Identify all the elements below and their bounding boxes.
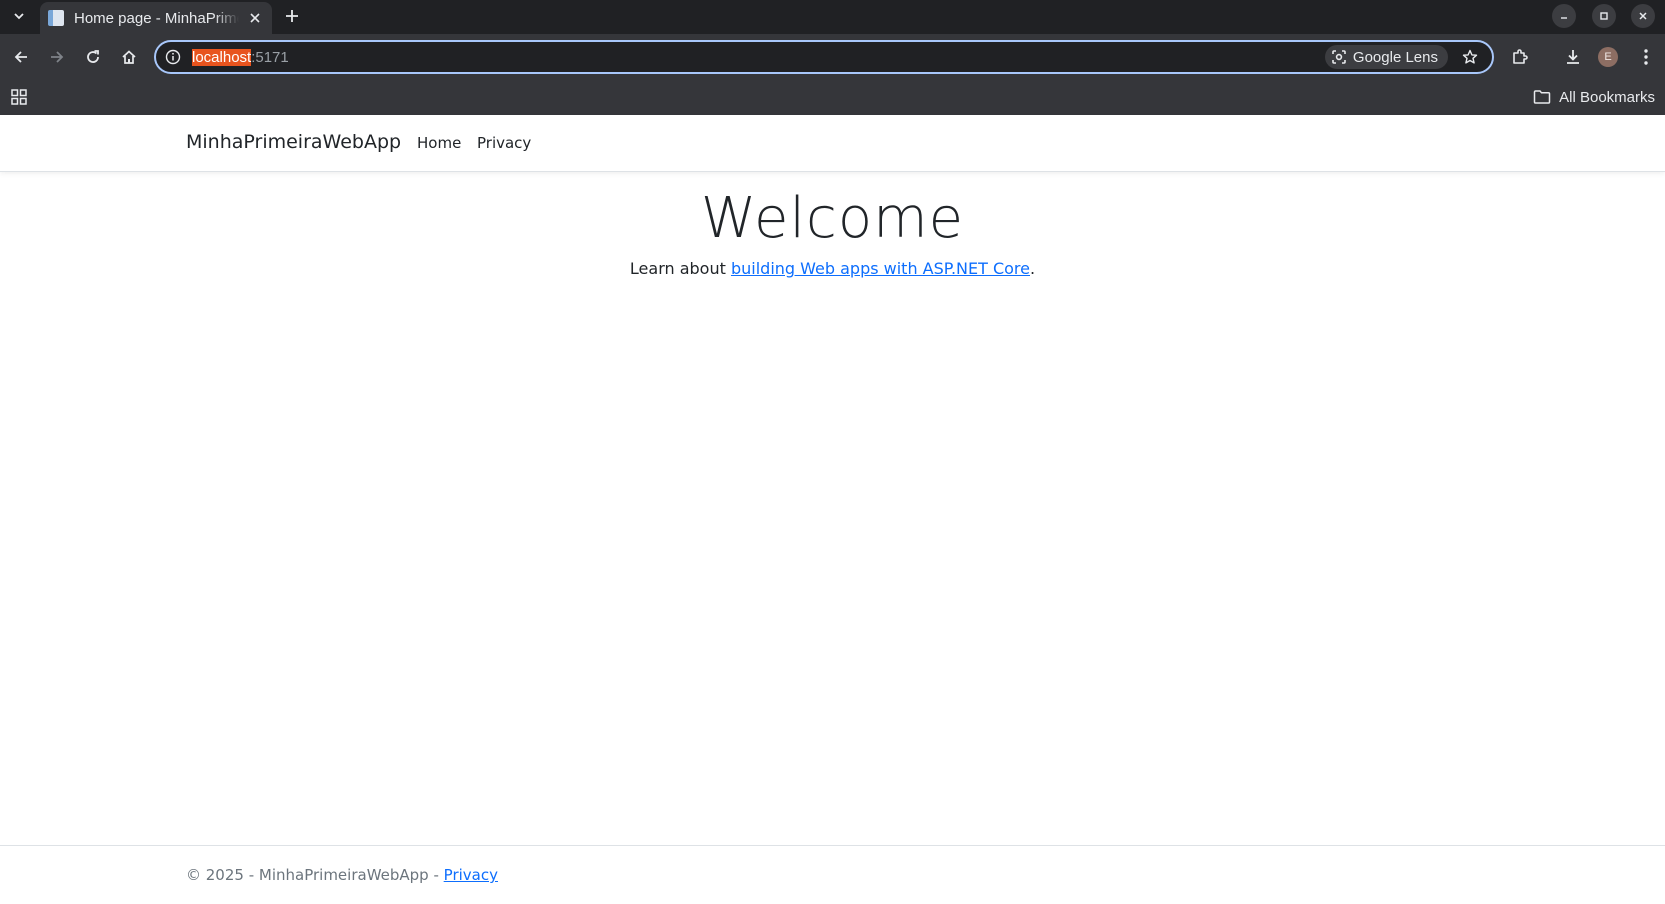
site-navbar: MinhaPrimeiraWebApp Home Privacy — [0, 115, 1665, 172]
tab-close-button[interactable] — [246, 9, 264, 27]
nav-link-home[interactable]: Home — [417, 134, 461, 152]
url-text[interactable]: localhost:5171 — [192, 48, 289, 66]
back-button[interactable] — [7, 43, 35, 71]
maximize-button[interactable] — [1592, 4, 1616, 28]
all-bookmarks-label: All Bookmarks — [1559, 88, 1655, 106]
aspnet-docs-link[interactable]: building Web apps with ASP.NET Core — [731, 259, 1030, 278]
arrow-right-icon — [51, 51, 64, 63]
google-lens-button[interactable]: Google Lens — [1324, 45, 1448, 69]
maximize-icon — [1600, 12, 1608, 20]
url-host: localhost — [192, 48, 252, 66]
new-tab-button[interactable] — [281, 5, 303, 27]
address-bar[interactable]: localhost:5171 Google Lens — [154, 40, 1494, 74]
browser-chrome: Home page - MinhaPrimeiraWebApp — [0, 0, 1665, 115]
home-button[interactable] — [115, 43, 143, 71]
window-close-button[interactable] — [1631, 4, 1655, 28]
url-port: :5171 — [251, 48, 289, 66]
navbar-brand[interactable]: MinhaPrimeiraWebApp — [186, 131, 401, 153]
nav-link-privacy[interactable]: Privacy — [477, 134, 531, 152]
page-favicon-icon — [48, 10, 64, 26]
arrow-left-icon — [14, 51, 27, 63]
bookmarks-bar: All Bookmarks — [0, 80, 1665, 115]
extensions-button[interactable] — [1506, 43, 1534, 71]
footer-copyright: © 2025 - MinhaPrimeiraWebApp - — [186, 866, 444, 884]
lead-suffix: . — [1030, 259, 1036, 278]
downloads-button[interactable] — [1559, 43, 1587, 71]
avatar: E — [1598, 47, 1618, 67]
download-icon — [1567, 50, 1579, 64]
browser-toolbar: localhost:5171 Google Lens E — [0, 34, 1665, 80]
lead-prefix: Learn about — [629, 259, 731, 278]
footer-privacy-link[interactable]: Privacy — [444, 866, 498, 884]
minimize-button[interactable] — [1552, 4, 1576, 28]
all-bookmarks-button[interactable]: All Bookmarks — [1533, 86, 1655, 108]
plus-icon — [286, 10, 298, 22]
main-content: Welcome Learn about building Web apps wi… — [0, 172, 1665, 278]
site-info-icon[interactable] — [164, 48, 182, 66]
forward-button[interactable] — [43, 43, 71, 71]
menu-button[interactable] — [1632, 43, 1660, 71]
tab-strip: Home page - MinhaPrimeiraWebApp — [0, 0, 1665, 34]
footer-text: © 2025 - MinhaPrimeiraWebApp - Privacy — [186, 866, 498, 884]
web-page: MinhaPrimeiraWebApp Home Privacy Welcome… — [0, 115, 1665, 904]
reload-icon — [87, 50, 99, 63]
reload-button[interactable] — [79, 43, 107, 71]
google-lens-label: Google Lens — [1352, 48, 1438, 66]
lens-icon — [1332, 50, 1346, 64]
close-icon — [250, 13, 260, 23]
apps-grid-icon[interactable] — [10, 88, 28, 106]
minimize-icon — [1561, 17, 1567, 19]
star-icon — [1462, 49, 1478, 64]
tab-title: Home page - MinhaPrimeiraWebApp — [74, 9, 239, 27]
more-vert-icon — [1644, 49, 1648, 65]
bookmark-star-button[interactable] — [1460, 47, 1480, 67]
profile-button[interactable]: E — [1594, 43, 1622, 71]
page-title: Welcome — [700, 186, 965, 251]
site-footer: © 2025 - MinhaPrimeiraWebApp - Privacy — [0, 845, 1665, 904]
home-icon — [122, 50, 136, 64]
lead-paragraph: Learn about building Web apps with ASP.N… — [0, 259, 1665, 278]
active-tab[interactable]: Home page - MinhaPrimeiraWebApp — [40, 2, 272, 34]
puzzle-icon — [1513, 49, 1528, 64]
close-icon — [1639, 12, 1647, 20]
folder-icon — [1533, 90, 1551, 104]
tab-search-button[interactable] — [8, 5, 30, 27]
chevron-down-icon — [14, 13, 24, 20]
